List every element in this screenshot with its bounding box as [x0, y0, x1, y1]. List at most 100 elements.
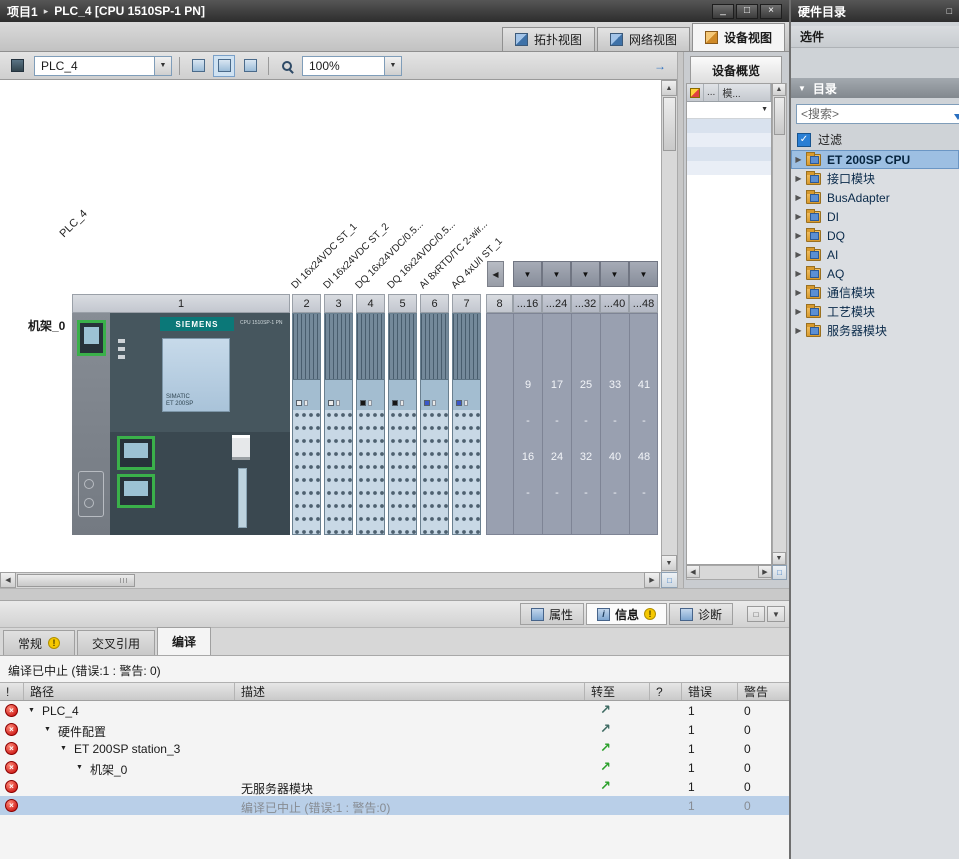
- goto-arrow-icon[interactable]: ↗: [600, 740, 611, 756]
- address-column-40[interactable]: 33 - 40 -: [600, 313, 629, 535]
- catalog-item-communication-modules[interactable]: ▶ 通信模块: [791, 283, 959, 302]
- scroll-left-icon[interactable]: ◀: [0, 572, 16, 588]
- slot-header-2[interactable]: 2: [292, 294, 321, 313]
- overview-column-dropdown[interactable]: ▼: [571, 261, 600, 287]
- io-module-slot4[interactable]: [356, 313, 385, 535]
- row-path[interactable]: 机架_0: [90, 761, 127, 778]
- expand-icon[interactable]: ▶: [791, 326, 806, 335]
- row-path[interactable]: ET 200SP station_3: [74, 742, 180, 756]
- overview-navigator-button[interactable]: □: [661, 572, 678, 588]
- fit-to-view-icon[interactable]: →: [649, 55, 671, 77]
- expand-icon[interactable]: ▶: [791, 212, 806, 221]
- compile-row-station[interactable]: × ▼ ET 200SP station_3 ↗ 1 0: [0, 739, 789, 758]
- expand-icon[interactable]: ▶: [791, 193, 806, 202]
- overview-horizontal-scrollbar[interactable]: ◀ ▶: [686, 565, 772, 580]
- inspector-splitter[interactable]: [0, 588, 789, 600]
- catalog-item-di[interactable]: ▶ DI: [791, 207, 959, 226]
- collapse-icon[interactable]: ▼: [60, 745, 67, 752]
- chevron-down-icon[interactable]: ▼: [384, 56, 401, 75]
- cpu-module[interactable]: SIEMENS CPU 1510SP-1 PN SIMATIC ET 200SP: [110, 313, 290, 432]
- tab-properties[interactable]: 属性: [519, 603, 584, 625]
- canvas-horizontal-scrollbar[interactable]: ◀ ▶: [0, 572, 661, 588]
- compile-row-plc[interactable]: × ▼ PLC_4 ↗ 1 0: [0, 701, 789, 720]
- goto-arrow-icon[interactable]: ↗: [600, 778, 611, 794]
- column-goto[interactable]: 转至: [585, 683, 650, 700]
- catalog-item-interface-modules[interactable]: ▶ 接口模块: [791, 169, 959, 188]
- expand-icon[interactable]: ▶: [791, 288, 806, 297]
- float-panel-icon[interactable]: □: [947, 6, 952, 16]
- options-section-header[interactable]: 选件: [791, 26, 959, 48]
- scroll-up-icon[interactable]: ▲: [772, 83, 786, 96]
- overview-column-dropdown[interactable]: ▼: [600, 261, 629, 287]
- filter-checkbox[interactable]: ✓: [797, 132, 811, 147]
- tab-compile[interactable]: 编译: [157, 627, 212, 655]
- slot-header-7[interactable]: 7: [452, 294, 481, 313]
- catalog-item-aq[interactable]: ▶ AQ: [791, 264, 959, 283]
- collapse-icon[interactable]: ▼: [28, 707, 35, 714]
- goto-arrow-icon[interactable]: ↗: [600, 702, 611, 718]
- canvas-vertical-scrollbar[interactable]: ▲ ▼: [661, 80, 677, 572]
- address-column-16[interactable]: 9 - 16 -: [513, 313, 542, 535]
- goto-arrow-icon[interactable]: ↗: [600, 759, 611, 775]
- restore-button[interactable]: □: [736, 3, 758, 19]
- vertical-scroll-thumb[interactable]: [663, 97, 676, 151]
- vertical-scroll-thumb[interactable]: [774, 97, 785, 135]
- horizontal-scroll-thumb[interactable]: [17, 574, 135, 587]
- address-column-48[interactable]: 41 - 48 -: [629, 313, 658, 535]
- device-canvas[interactable]: PLC_4 DI 16x24VDC ST_1 DI 16x24VDC ST_2 …: [0, 80, 661, 572]
- column-bang[interactable]: !: [0, 683, 24, 700]
- io-module-slot2[interactable]: [292, 313, 321, 535]
- column-path[interactable]: 路径: [24, 683, 235, 700]
- expand-icon[interactable]: ▶: [791, 269, 806, 278]
- slot-header-8[interactable]: 8: [486, 294, 513, 313]
- io-module-slot7[interactable]: [452, 313, 481, 535]
- expand-icon[interactable]: ▶: [791, 307, 806, 316]
- tab-info[interactable]: i 信息 !: [585, 603, 667, 625]
- show-addresses-icon[interactable]: [187, 55, 209, 77]
- overview-header-48[interactable]: ...48: [629, 294, 658, 313]
- chevron-down-icon[interactable]: ▼: [154, 56, 171, 75]
- collapse-icon[interactable]: ▼: [44, 726, 51, 733]
- address-column-32[interactable]: 25 - 32 -: [571, 313, 600, 535]
- column-question[interactable]: ?: [650, 683, 682, 700]
- device-overview-row[interactable]: [687, 133, 771, 147]
- tab-network-view[interactable]: 网络视图: [596, 27, 690, 51]
- tab-diagnostics[interactable]: 诊断: [668, 603, 733, 625]
- scroll-right-icon[interactable]: ▶: [758, 565, 772, 578]
- slot-header-6[interactable]: 6: [420, 294, 449, 313]
- row-path[interactable]: PLC_4: [42, 704, 79, 718]
- expand-icon[interactable]: ▶: [791, 155, 806, 164]
- overview-header-32[interactable]: ...32: [571, 294, 600, 313]
- minimize-button[interactable]: _: [712, 3, 734, 19]
- scroll-up-icon[interactable]: ▲: [661, 80, 677, 96]
- dock-panel-icon[interactable]: □: [747, 606, 765, 622]
- module-column-header[interactable]: 模...: [719, 84, 771, 101]
- device-overview-table[interactable]: ... 模... ▼: [686, 83, 772, 565]
- overview-column-dropdown[interactable]: ▼: [629, 261, 658, 287]
- device-overview-row[interactable]: [687, 119, 771, 133]
- scroll-down-icon[interactable]: ▼: [661, 555, 677, 571]
- overview-column-dropdown[interactable]: ▼: [542, 261, 571, 287]
- row-path[interactable]: 硬件配置: [58, 723, 106, 740]
- overview-header-16[interactable]: ...16: [513, 294, 542, 313]
- filter-row[interactable]: ✓ 过滤: [797, 131, 842, 148]
- io-module-slot3[interactable]: [324, 313, 353, 535]
- overview-header-40[interactable]: ...40: [600, 294, 629, 313]
- row-description[interactable]: 编译已中止 (错误:1 : 警告:0): [241, 799, 390, 816]
- compile-row-rack[interactable]: × ▼ 机架_0 ↗ 1 0: [0, 758, 789, 777]
- catalog-section-header[interactable]: ▼ 目录: [791, 78, 959, 98]
- compile-row-aborted[interactable]: × 编译已中止 (错误:1 : 警告:0) 1 0: [0, 796, 789, 815]
- device-select[interactable]: PLC_4 ▼: [34, 55, 172, 76]
- collapse-icon[interactable]: ▼: [76, 764, 83, 771]
- status-column-header[interactable]: [687, 84, 704, 101]
- rack-mounting-rail[interactable]: [72, 313, 110, 535]
- tab-topology-view[interactable]: 拓扑视图: [501, 27, 595, 51]
- breadcrumb-project[interactable]: 项目1: [7, 3, 38, 20]
- expand-icon[interactable]: ▶: [791, 231, 806, 240]
- close-button[interactable]: ×: [760, 3, 782, 19]
- scroll-down-icon[interactable]: ▼: [772, 552, 786, 565]
- slot-header-1[interactable]: 1: [72, 294, 290, 313]
- plc-rotated-label[interactable]: PLC_4: [58, 208, 90, 240]
- device-overview-filter-row[interactable]: ▼: [687, 102, 771, 119]
- catalog-item-dq[interactable]: ▶ DQ: [791, 226, 959, 245]
